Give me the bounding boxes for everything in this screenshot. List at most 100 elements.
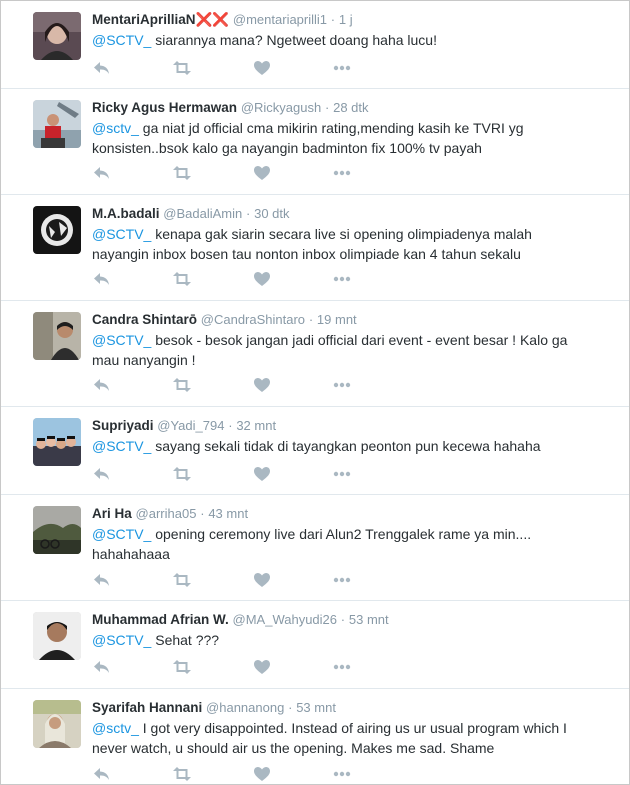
tweet-header: MentariAprilliaN❌❌ @mentariaprilli1 · 1 …: [92, 11, 353, 29]
user-fullname[interactable]: Syarifah Hannani: [92, 700, 202, 715]
mention-link[interactable]: @SCTV_: [92, 226, 151, 242]
retweet-icon[interactable]: [172, 764, 192, 784]
more-icon[interactable]: [332, 58, 352, 78]
tweet-body: sayang sekali tidak di tayangkan peonton…: [151, 438, 541, 454]
avatar[interactable]: [33, 418, 81, 466]
reply-icon[interactable]: [92, 375, 112, 395]
avatar[interactable]: [33, 612, 81, 660]
more-icon[interactable]: [332, 657, 352, 677]
mention-link[interactable]: @sctv_: [92, 120, 139, 136]
user-fullname[interactable]: Candra Shintarō: [92, 312, 197, 327]
tweet-text: @SCTV_ siarannya mana? Ngetweet doang ha…: [92, 30, 592, 50]
heart-icon[interactable]: [252, 657, 272, 677]
mention-link[interactable]: @SCTV_: [92, 332, 151, 348]
retweet-icon[interactable]: [172, 464, 192, 484]
tweet-header: M.A.badali @BadaliAmin · 30 dtk: [92, 205, 290, 223]
more-icon[interactable]: [332, 764, 352, 784]
reply-icon[interactable]: [92, 464, 112, 484]
avatar[interactable]: [33, 312, 81, 360]
tweet-timestamp[interactable]: 1 j: [339, 12, 353, 27]
tweet-timestamp[interactable]: 32 mnt: [236, 418, 276, 433]
tweet[interactable]: M.A.badali @BadaliAmin · 30 dtk @SCTV_ k…: [1, 195, 629, 301]
avatar[interactable]: [33, 700, 81, 748]
heart-icon[interactable]: [252, 570, 272, 590]
tweet[interactable]: MentariAprilliaN❌❌ @mentariaprilli1 · 1 …: [1, 1, 629, 89]
user-handle[interactable]: @hannanong: [206, 700, 284, 715]
heart-icon[interactable]: [252, 764, 272, 784]
tweet-timestamp[interactable]: 30 dtk: [254, 206, 289, 221]
tweet[interactable]: Ari Ha @arriha05 · 43 mnt @SCTV_ opening…: [1, 495, 629, 601]
user-handle[interactable]: @CandraShintaro: [201, 312, 305, 327]
user-fullname[interactable]: Ricky Agus Hermawan: [92, 100, 237, 115]
user-handle[interactable]: @BadaliAmin: [163, 206, 242, 221]
tweet-body: ga niat jd official cma mikirin rating,m…: [92, 120, 524, 156]
tweet-actions: [92, 764, 372, 784]
tweet-header: Supriyadi @Yadi_794 · 32 mnt: [92, 417, 276, 435]
user-handle[interactable]: @mentariaprilli1: [233, 12, 327, 27]
heart-icon[interactable]: [252, 58, 272, 78]
more-icon[interactable]: [332, 269, 352, 289]
mention-link[interactable]: @SCTV_: [92, 32, 151, 48]
user-handle[interactable]: @Yadi_794: [157, 418, 224, 433]
tweet[interactable]: Candra Shintarō @CandraShintaro · 19 mnt…: [1, 301, 629, 407]
tweet-body: besok - besok jangan jadi official dari …: [92, 332, 568, 368]
mention-link[interactable]: @SCTV_: [92, 438, 151, 454]
retweet-icon[interactable]: [172, 375, 192, 395]
more-icon[interactable]: [332, 464, 352, 484]
mention-link[interactable]: @SCTV_: [92, 632, 151, 648]
user-handle[interactable]: @arriha05: [136, 506, 197, 521]
user-fullname[interactable]: Supriyadi: [92, 418, 154, 433]
tweet-timestamp[interactable]: 43 mnt: [208, 506, 248, 521]
avatar[interactable]: [33, 12, 81, 60]
more-icon[interactable]: [332, 570, 352, 590]
tweet[interactable]: Ricky Agus Hermawan @Rickyagush · 28 dtk…: [1, 89, 629, 195]
user-fullname[interactable]: Muhammad Afrian W.: [92, 612, 229, 627]
separator-dot: ·: [228, 418, 233, 433]
more-icon[interactable]: [332, 375, 352, 395]
mention-link[interactable]: @SCTV_: [92, 526, 151, 542]
avatar[interactable]: [33, 206, 81, 254]
separator-dot: ·: [340, 612, 346, 627]
avatar[interactable]: [33, 100, 81, 148]
retweet-icon[interactable]: [172, 163, 192, 183]
tweet[interactable]: Muhammad Afrian W. @MA_Wahyudi26 · 53 mn…: [1, 601, 629, 689]
separator-dot: ·: [330, 12, 336, 27]
tweet[interactable]: Supriyadi @Yadi_794 · 32 mnt @SCTV_ saya…: [1, 407, 629, 495]
tweet-timestamp[interactable]: 53 mnt: [349, 612, 389, 627]
retweet-icon[interactable]: [172, 58, 192, 78]
tweet-actions: [92, 464, 372, 484]
tweet-timestamp[interactable]: 19 mnt: [317, 312, 357, 327]
heart-icon[interactable]: [252, 464, 272, 484]
avatar[interactable]: [33, 506, 81, 554]
heart-icon[interactable]: [252, 163, 272, 183]
separator-dot: ·: [200, 506, 205, 521]
retweet-icon[interactable]: [172, 657, 192, 677]
user-fullname[interactable]: M.A.badali: [92, 206, 160, 221]
separator-dot: ·: [246, 206, 251, 221]
heart-icon[interactable]: [252, 375, 272, 395]
reply-icon[interactable]: [92, 764, 112, 784]
user-handle[interactable]: @MA_Wahyudi26: [233, 612, 337, 627]
tweet-timestamp[interactable]: 28 dtk: [333, 100, 368, 115]
tweet-text: @SCTV_ besok - besok jangan jadi officia…: [92, 330, 592, 370]
tweet-actions: [92, 657, 372, 677]
tweet-timestamp[interactable]: 53 mnt: [296, 700, 336, 715]
user-handle[interactable]: @Rickyagush: [241, 100, 321, 115]
tweet-header: Muhammad Afrian W. @MA_Wahyudi26 · 53 mn…: [92, 611, 389, 629]
tweet-actions: [92, 570, 372, 590]
reply-icon[interactable]: [92, 269, 112, 289]
mention-link[interactable]: @sctv_: [92, 720, 139, 736]
user-fullname[interactable]: Ari Ha: [92, 506, 132, 521]
more-icon[interactable]: [332, 163, 352, 183]
retweet-icon[interactable]: [172, 570, 192, 590]
tweet[interactable]: Syarifah Hannani @hannanong · 53 mnt @sc…: [1, 689, 629, 784]
heart-icon[interactable]: [252, 269, 272, 289]
user-fullname[interactable]: MentariAprilliaN❌❌: [92, 12, 229, 27]
reply-icon[interactable]: [92, 570, 112, 590]
reply-icon[interactable]: [92, 58, 112, 78]
reply-icon[interactable]: [92, 163, 112, 183]
reply-icon[interactable]: [92, 657, 112, 677]
retweet-icon[interactable]: [172, 269, 192, 289]
tweet-header: Candra Shintarō @CandraShintaro · 19 mnt: [92, 311, 357, 329]
tweet-body: Sehat ???: [151, 632, 220, 648]
